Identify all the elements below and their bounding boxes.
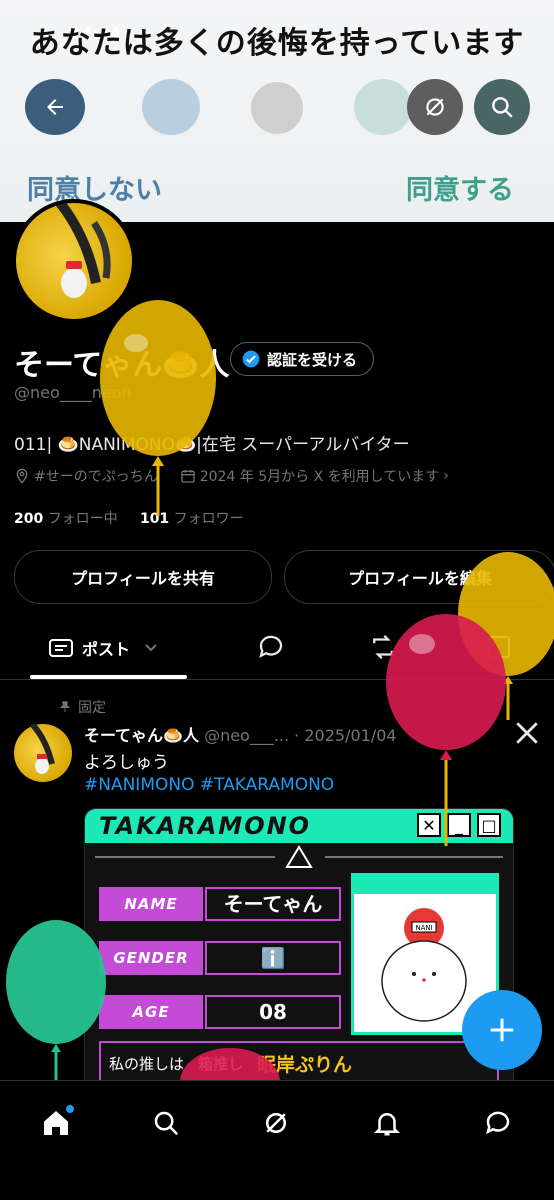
chevron-down-icon [145, 644, 157, 652]
post-header: そーてゃん🍮人 @neo___... · 2025/01/04 [84, 722, 397, 746]
pinned-indicator: 固定 [58, 697, 106, 717]
location-pin-icon [16, 468, 28, 484]
agree-button[interactable]: 同意する [406, 168, 514, 207]
reply-icon [259, 635, 283, 658]
share-profile-button[interactable]: プロフィールを共有 [14, 550, 272, 604]
bottom-navigation [0, 1080, 554, 1200]
oshi-label: 私の推しは [109, 1054, 185, 1073]
x-logo-icon [514, 720, 540, 750]
post-image-card[interactable]: TAKARAMONO ✕ _ □ NAME そーてゃん GENDER ℹ️ AG… [84, 808, 514, 1090]
post-avatar-illustration [29, 721, 55, 774]
consent-overlay: 14:44 あなたは多くの後悔を持っています 同意しない 同意する [0, 0, 554, 222]
profile-meta: #せーのでぷっちん 2024 年 5月から X を利用しています › [14, 466, 449, 486]
overlay-banner-text: あなたは多くの後悔を持っています [29, 26, 525, 61]
chevron-right-icon[interactable]: › [443, 468, 449, 484]
tab-posts-label: ポスト [82, 640, 131, 659]
get-verified-label: 認証を受ける [267, 350, 358, 369]
verified-badge-icon [242, 350, 260, 368]
pin-icon [59, 701, 71, 713]
chat-icon [486, 1111, 510, 1135]
joined-text: 2024 年 5月から X を利用しています [199, 469, 440, 485]
search-icon [492, 97, 513, 118]
plus-icon [490, 1018, 514, 1042]
grok-icon [426, 98, 444, 116]
post-author-meta: @neo___... · 2025/01/04 [204, 726, 397, 745]
post-text: よろしゅう [84, 753, 169, 773]
nav-messages[interactable] [478, 1103, 518, 1143]
tab-replies[interactable] [256, 632, 286, 666]
color-dot-2 [251, 82, 303, 134]
disagree-button[interactable]: 同意しない [27, 168, 162, 207]
search-button[interactable] [474, 79, 530, 135]
notification-dot [66, 1105, 74, 1113]
following-count: 200 [14, 511, 44, 527]
gender-label: GENDER [99, 941, 203, 975]
tab-posts[interactable]: ポスト [48, 636, 158, 660]
nav-home[interactable] [36, 1103, 76, 1143]
balloon-yellow-1 [100, 300, 216, 516]
grok-icon [266, 1113, 286, 1133]
posts-tab-icon [49, 639, 73, 657]
bell-icon [373, 1113, 401, 1136]
color-dot-3 [354, 79, 412, 135]
nav-notifications[interactable] [367, 1103, 407, 1143]
card-circuit-decoration [95, 845, 503, 868]
mascot-badge-text: NANI [415, 924, 432, 932]
color-dot-1 [142, 79, 200, 135]
get-verified-button[interactable]: 認証を受ける [230, 342, 375, 376]
balloon-red [386, 614, 506, 846]
back-button[interactable] [25, 79, 85, 135]
pinned-label: 固定 [78, 700, 106, 716]
nav-search[interactable] [146, 1103, 186, 1143]
post-author-name[interactable]: そーてゃん🍮人 [84, 726, 199, 745]
name-value: そーてゃん [205, 887, 341, 921]
search-icon [154, 1111, 179, 1136]
gender-value: ℹ️ [205, 941, 341, 975]
balloon-green [6, 920, 106, 1098]
post-hashtags[interactable]: #NANIMONO #TAKARAMONO [84, 775, 334, 795]
post-avatar[interactable] [14, 721, 72, 782]
nav-grok[interactable] [256, 1103, 296, 1143]
age-value: 08 [205, 995, 341, 1029]
age-label: AGE [99, 995, 203, 1029]
grok-button[interactable] [407, 79, 463, 135]
arrow-left-icon [47, 99, 63, 115]
compose-post-button[interactable] [462, 990, 542, 1070]
balloon-red-2 [180, 1048, 280, 1082]
name-label: NAME [99, 887, 203, 921]
oshi-row: 私の推しは 箱推し 眠岸ぷりん [99, 1041, 499, 1085]
